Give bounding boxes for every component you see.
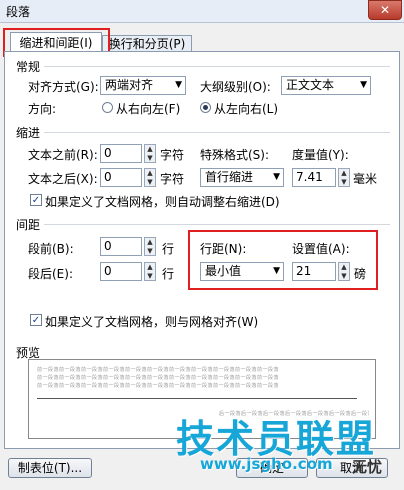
chevron-down-icon: ▼	[175, 80, 182, 90]
preview-prev-line: 前一段落前一段落前一段落前一段落前一段落前一段落前一段落前一段落前一段落前一段落…	[37, 383, 280, 389]
rtl-label: 从右向左(F)	[116, 102, 181, 116]
measure-spinner[interactable]: ▲ ▼	[338, 168, 350, 187]
indent-before-unit: 字符	[160, 148, 185, 162]
special-format-select[interactable]: 首行缩进 ▼	[200, 168, 284, 187]
space-before-unit: 行	[162, 242, 175, 256]
special-format-label: 特殊格式(S):	[200, 148, 270, 162]
spin-down-icon[interactable]: ▼	[146, 272, 154, 280]
section-divider	[44, 132, 390, 133]
tabs-button-label: 制表位(T)...	[17, 461, 83, 475]
space-after-value: 0	[104, 264, 112, 278]
setting-value-input[interactable]: 21	[292, 262, 336, 281]
spin-up-icon[interactable]: ▲	[146, 263, 154, 271]
line-spacing-label: 行距(N):	[200, 242, 247, 256]
preview-current-paragraph	[37, 398, 357, 399]
indent-after-spinner[interactable]: ▲ ▼	[144, 168, 156, 187]
outline-label: 大纲级别(O):	[200, 80, 271, 94]
special-format-value: 首行缩进	[205, 170, 254, 184]
spin-down-icon[interactable]: ▼	[146, 154, 154, 162]
line-spacing-highlight	[188, 230, 378, 290]
tabs-button[interactable]: 制表位(T)...	[8, 458, 92, 478]
auto-adjust-label: 如果定义了文档网格，则自动调整右缩进(D)	[45, 195, 280, 209]
ltr-radio[interactable]	[200, 102, 211, 113]
preview-prev-line: 前一段落前一段落前一段落前一段落前一段落前一段落前一段落前一段落前一段落前一段落…	[37, 375, 280, 381]
alignment-label: 对齐方式(G):	[28, 80, 99, 94]
setting-value-unit: 磅	[354, 267, 367, 281]
line-spacing-select[interactable]: 最小值 ▼	[200, 262, 284, 281]
auto-adjust-checkbox[interactable]: ✓	[30, 194, 42, 206]
spin-down-icon[interactable]: ▼	[146, 178, 154, 186]
spin-up-icon[interactable]: ▲	[340, 169, 348, 177]
space-after-label: 段后(E):	[28, 267, 73, 281]
window-title: 段落	[6, 5, 31, 19]
chevron-down-icon: ▼	[273, 172, 280, 182]
chevron-down-icon: ▼	[360, 80, 367, 90]
space-before-value: 0	[104, 239, 112, 253]
rtl-radio[interactable]	[102, 102, 113, 113]
spin-up-icon[interactable]: ▲	[146, 145, 154, 153]
space-before-label: 段前(B):	[28, 242, 74, 256]
chevron-down-icon: ▼	[273, 266, 280, 276]
measure-value: 7.41	[296, 170, 323, 184]
close-button[interactable]: ✕	[368, 0, 402, 20]
title-bar: 段落 ✕	[0, 0, 404, 23]
line-spacing-value: 最小值	[205, 264, 242, 278]
spin-down-icon[interactable]: ▼	[340, 178, 348, 186]
measure-input[interactable]: 7.41	[292, 168, 336, 187]
space-after-input[interactable]: 0	[100, 262, 142, 281]
snap-grid-label: 如果定义了文档网格，则与网格对齐(W)	[45, 315, 259, 329]
space-after-unit: 行	[162, 267, 175, 281]
space-before-spinner[interactable]: ▲ ▼	[144, 237, 156, 256]
section-divider	[44, 66, 390, 67]
tab-label: 换行和分页(P)	[108, 37, 186, 51]
indent-after-input[interactable]: 0	[100, 168, 142, 187]
space-before-input[interactable]: 0	[100, 237, 142, 256]
indent-after-value: 0	[104, 170, 112, 184]
measure-unit: 毫米	[353, 172, 378, 186]
general-section-title: 常规	[16, 60, 41, 74]
snap-grid-checkbox[interactable]: ✓	[30, 314, 42, 326]
indent-before-spinner[interactable]: ▲ ▼	[144, 144, 156, 163]
spin-up-icon[interactable]: ▲	[146, 169, 154, 177]
watermark-url: www.jsgho.com	[200, 455, 333, 473]
indent-section-title: 缩进	[16, 126, 41, 140]
outline-level-select[interactable]: 正文文本 ▼	[281, 76, 371, 95]
indent-after-label: 文本之后(X):	[28, 172, 98, 186]
spin-up-icon[interactable]: ▲	[146, 238, 154, 246]
alignment-value: 两端对齐	[105, 78, 154, 92]
spin-down-icon[interactable]: ▼	[340, 272, 348, 280]
setting-value: 21	[296, 264, 312, 278]
indent-after-unit: 字符	[160, 172, 185, 186]
section-divider	[44, 224, 390, 225]
alignment-select[interactable]: 两端对齐 ▼	[100, 76, 186, 95]
close-icon: ✕	[379, 3, 391, 17]
watermark-badge: 无忧	[352, 458, 383, 476]
spacing-section-title: 间距	[16, 218, 41, 232]
spin-up-icon[interactable]: ▲	[340, 263, 348, 271]
indent-before-input[interactable]: 0	[100, 144, 142, 163]
ltr-label: 从左向右(L)	[214, 102, 279, 116]
measure-label: 度量值(Y):	[292, 148, 349, 162]
space-after-spinner[interactable]: ▲ ▼	[144, 262, 156, 281]
setting-value-label: 设置值(A):	[292, 242, 350, 256]
spin-down-icon[interactable]: ▼	[146, 247, 154, 255]
indent-before-value: 0	[104, 146, 112, 160]
direction-label: 方向:	[28, 102, 57, 116]
outline-value: 正文文本	[286, 78, 335, 92]
setting-value-spinner[interactable]: ▲ ▼	[338, 262, 350, 281]
preview-prev-line: 前一段落前一段落前一段落前一段落前一段落前一段落前一段落前一段落前一段落前一段落…	[37, 367, 280, 373]
indent-before-label: 文本之前(R):	[28, 148, 98, 162]
